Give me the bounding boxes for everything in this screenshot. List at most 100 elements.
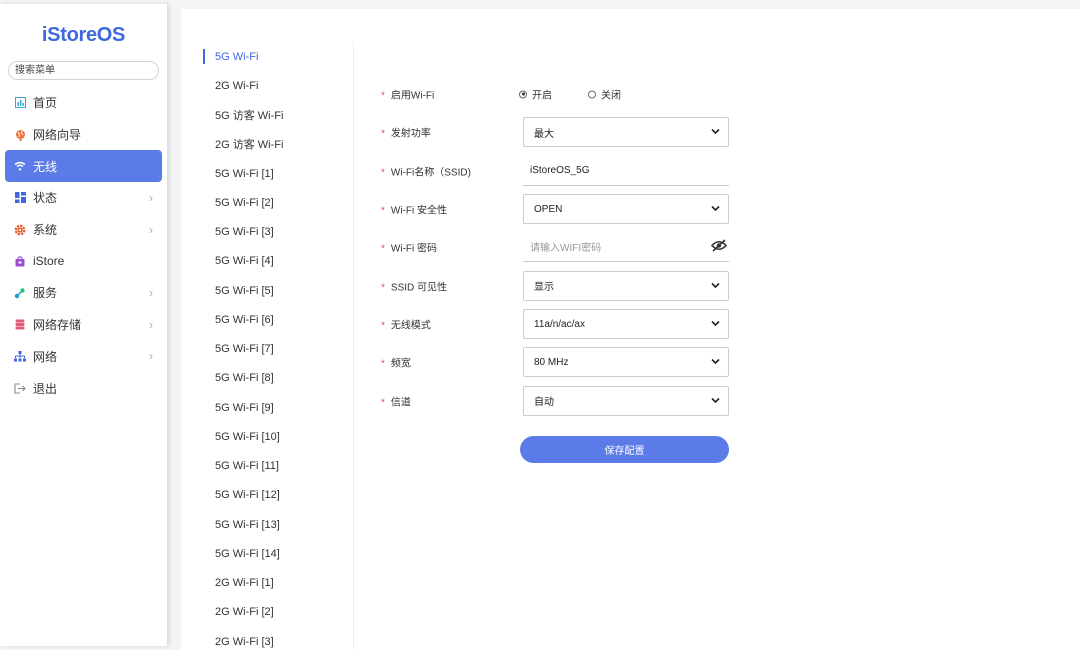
subnav-item[interactable]: 5G 访客 Wi-Fi (181, 101, 353, 130)
subnav-item[interactable]: 5G Wi-Fi [7] (181, 335, 353, 364)
ssid-row: * Wi-Fi名称（SSID) iStoreOS_5G (381, 156, 741, 186)
globe-icon (14, 129, 26, 141)
field-label-text: Wi-Fi 安全性 (390, 205, 448, 217)
chevron-right-icon: › (149, 349, 153, 364)
subnav-item[interactable]: 2G Wi-Fi [1] (181, 569, 353, 598)
home-chart-icon (14, 97, 26, 109)
ssid-label: * Wi-Fi名称（SSID) (381, 163, 471, 178)
security-row: * Wi-Fi 安全性 OPEN (381, 194, 741, 224)
password-row: * Wi-Fi 密码 请输入WIFI密码 (381, 232, 741, 262)
logout-icon (14, 382, 26, 394)
subnav-item[interactable]: 5G Wi-Fi [6] (181, 305, 353, 334)
required-mark: * (381, 243, 385, 255)
wireless-mode-select[interactable]: 11a/n/ac/ax (523, 309, 729, 339)
password-input[interactable]: 请输入WIFI密码 (523, 232, 729, 262)
eye-off-icon[interactable] (710, 238, 728, 255)
radio-label: 关闭 (601, 90, 621, 102)
subnav-item[interactable]: 2G Wi-Fi (181, 71, 353, 100)
required-mark: * (381, 397, 385, 408)
subnav-item[interactable]: 5G Wi-Fi [14] (181, 539, 353, 568)
sidebar-item-logout[interactable]: 退出 (5, 372, 162, 404)
field-label-text: Wi-Fi名称（SSID) (390, 167, 471, 178)
channel-label: * 信道 (381, 393, 411, 408)
sidebar-item-label: 退出 (33, 381, 58, 396)
sidebar-item-network-storage[interactable]: 网络存储 › (5, 309, 162, 341)
chevron-down-icon (711, 319, 720, 330)
sidebar-item-wireless[interactable]: 无线 (5, 150, 162, 183)
field-label-text: 发射功率 (390, 128, 431, 140)
ssid-input[interactable]: iStoreOS_5G (523, 156, 729, 186)
subnav-item[interactable]: 2G 访客 Wi-Fi (181, 130, 353, 159)
subnav-item[interactable]: 2G Wi-Fi [3] (181, 627, 353, 650)
subnav-item[interactable]: 5G Wi-Fi [5] (181, 276, 353, 305)
sidebar-item-label: 系统 (33, 223, 58, 238)
sidebar: iStoreOS 首页 网络向导 无线 状态 › (0, 4, 167, 646)
subnav-item[interactable]: 5G Wi-Fi [13] (181, 510, 353, 539)
select-value: 最大 (534, 128, 554, 140)
select-value: 自动 (534, 397, 554, 408)
gear-icon (14, 224, 26, 236)
bandwidth-select[interactable]: 80 MHz (523, 347, 729, 377)
required-mark: * (381, 167, 385, 178)
subnav-item[interactable]: 2G Wi-Fi [2] (181, 598, 353, 627)
radio-checked-icon (519, 90, 527, 98)
sidebar-item-label: 无线 (33, 159, 58, 174)
sidebar-item-network[interactable]: 网络 › (5, 341, 162, 373)
wireless-mode-row: * 无线模式 11a/n/ac/ax (381, 309, 741, 339)
subnav-item[interactable]: 5G Wi-Fi [11] (181, 452, 353, 481)
ssid-visibility-select[interactable]: 显示 (523, 270, 729, 301)
field-label-text: Wi-Fi 密码 (390, 243, 438, 255)
subnav-item[interactable]: 5G Wi-Fi [9] (181, 393, 353, 422)
save-config-button[interactable]: 保存配置 (520, 436, 729, 463)
enable-wifi-label: * 启用Wi-Fi (381, 87, 434, 102)
tx-power-select[interactable]: 最大 (523, 117, 729, 147)
chevron-down-icon (711, 357, 720, 368)
channel-select[interactable]: 自动 (523, 385, 729, 416)
select-value: 80 MHz (534, 356, 569, 368)
subnav-item[interactable]: 5G Wi-Fi [8] (181, 364, 353, 393)
sidebar-item-status[interactable]: 状态 › (5, 182, 162, 214)
sidebar-item-system[interactable]: 系统 › (5, 214, 162, 246)
required-mark: * (381, 282, 385, 293)
required-mark: * (381, 205, 385, 217)
sidebar-item-label: 状态 (33, 191, 58, 206)
password-label: * Wi-Fi 密码 (381, 240, 437, 255)
radio-off[interactable]: 关闭 (588, 87, 621, 102)
select-value: OPEN (534, 203, 563, 215)
subnav-item[interactable]: 5G Wi-Fi [3] (181, 218, 353, 247)
subnav-item[interactable]: 5G Wi-Fi (181, 42, 353, 71)
sidebar-item-services[interactable]: 服务 › (5, 277, 162, 309)
app-logo[interactable]: iStoreOS (0, 24, 167, 47)
required-mark: * (381, 320, 385, 332)
sidebar-item-label: 首页 (33, 96, 58, 111)
sidebar-nav: 首页 网络向导 无线 状态 › 系统 › iStore 服务 › 网络存储 › … (5, 87, 162, 404)
sidebar-item-network-wizard[interactable]: 网络向导 (5, 119, 162, 151)
sidebar-item-label: 服务 (33, 286, 58, 301)
required-mark: * (381, 358, 385, 370)
tx-power-label: * 发射功率 (381, 125, 431, 140)
security-select[interactable]: OPEN (523, 194, 729, 224)
select-value: 显示 (534, 282, 554, 293)
radio-unchecked-icon (588, 90, 596, 98)
input-placeholder: 请输入WIFI密码 (530, 243, 602, 254)
subnav-item[interactable]: 5G Wi-Fi [4] (181, 247, 353, 276)
sidebar-item-label: 网络存储 (33, 318, 82, 333)
network-tree-icon (14, 350, 26, 362)
chevron-right-icon: › (149, 285, 153, 300)
chevron-down-icon (711, 204, 720, 215)
sidebar-item-home[interactable]: 首页 (5, 87, 162, 119)
required-mark: * (381, 128, 385, 140)
subnav-item[interactable]: 5G Wi-Fi [12] (181, 481, 353, 510)
subnav-item[interactable]: 5G Wi-Fi [2] (181, 188, 353, 217)
database-icon (14, 319, 26, 331)
services-icon (14, 287, 26, 299)
subnav-item[interactable]: 5G Wi-Fi [10] (181, 422, 353, 451)
wifi-icon (14, 160, 26, 172)
radio-on[interactable]: 开启 (519, 87, 552, 102)
sidebar-item-istore[interactable]: iStore (5, 245, 162, 277)
select-value: 11a/n/ac/ax (534, 318, 585, 330)
menu-search-input[interactable] (8, 61, 159, 80)
ssid-visibility-label: * SSID 可见性 (381, 278, 447, 293)
enable-wifi-radio-group: 开启 关闭 (519, 87, 657, 102)
subnav-item[interactable]: 5G Wi-Fi [1] (181, 159, 353, 188)
